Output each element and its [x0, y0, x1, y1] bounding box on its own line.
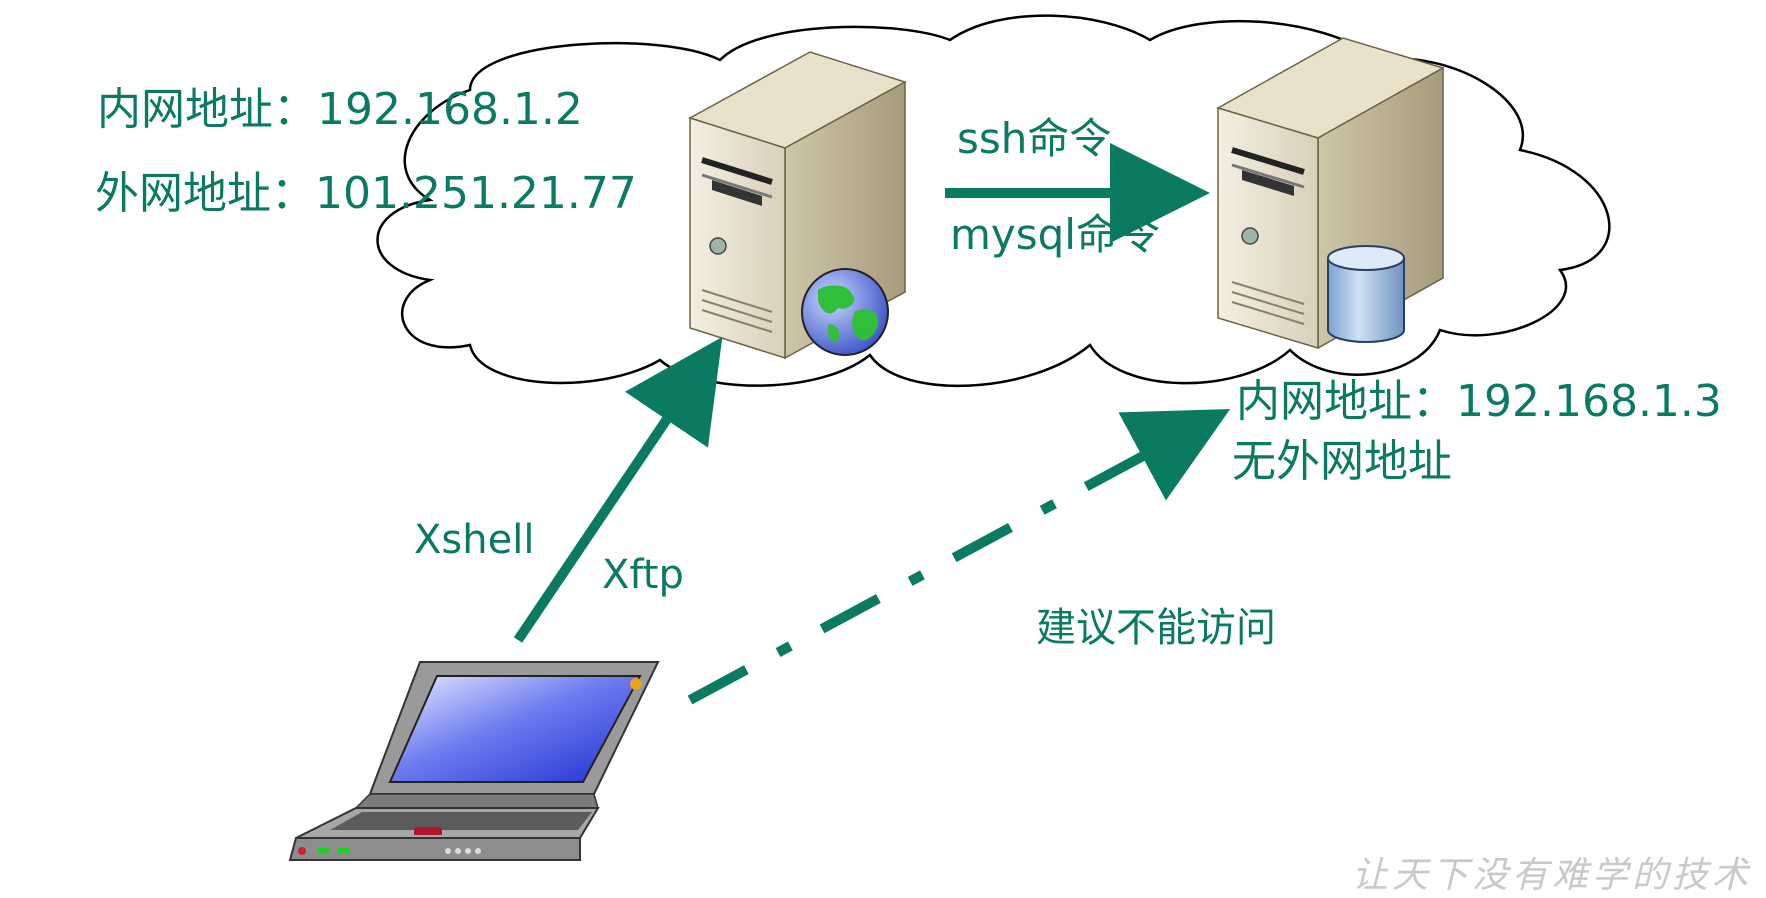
xftp-label: Xftp	[602, 552, 684, 598]
network-diagram: 内网地址：192.168.1.2 外网地址：101.251.21.77 ssh命…	[0, 0, 1766, 896]
ssh-command-label: ssh命令	[957, 114, 1112, 163]
left-server-external-address: 外网地址：101.251.21.77	[95, 168, 637, 219]
laptop	[288, 661, 660, 861]
database-icon	[1327, 245, 1405, 343]
xshell-xftp-arrow	[513, 336, 723, 643]
blocked-access-label: 建议不能访问	[1036, 605, 1276, 651]
mysql-command-label: mysql命令	[950, 210, 1160, 259]
xshell-label: Xshell	[414, 517, 535, 563]
blocked-access-arrow	[687, 409, 1231, 705]
globe-icon	[801, 268, 889, 356]
watermark: 让天下没有难学的技术	[1352, 855, 1753, 896]
right-server-external-note: 无外网地址	[1232, 436, 1452, 487]
left-server-internal-address: 内网地址：192.168.1.2	[97, 84, 583, 135]
right-server-internal-address: 内网地址：192.168.1.3	[1236, 376, 1722, 427]
